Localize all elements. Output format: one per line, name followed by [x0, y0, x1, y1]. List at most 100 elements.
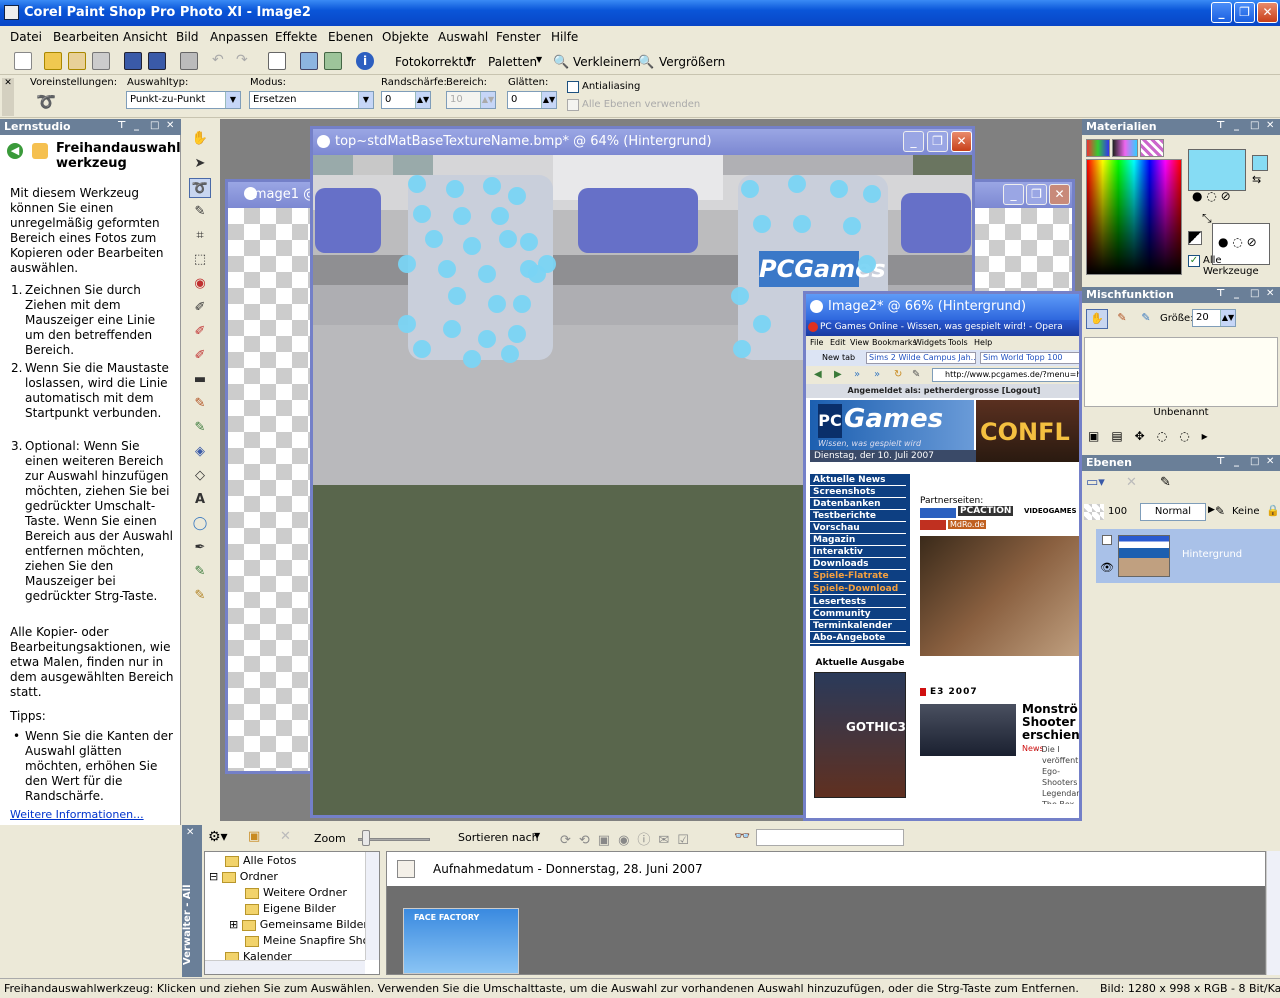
- nav-screenshots[interactable]: Screenshots: [810, 486, 906, 498]
- organizer-browse-icon[interactable]: ▣: [248, 829, 260, 844]
- paletten-button[interactable]: Paletten: [488, 55, 537, 69]
- opera-tab-new[interactable]: New tab: [822, 353, 855, 362]
- text-tool-icon[interactable]: A: [189, 490, 211, 510]
- swap-colors-icon[interactable]: ⇆: [1252, 173, 1261, 186]
- foreground-color-small[interactable]: [1252, 155, 1268, 171]
- tree-ordner[interactable]: ⊟ Ordner: [209, 870, 278, 883]
- menu-datei[interactable]: Datei: [10, 30, 42, 44]
- scan-icon[interactable]: [92, 52, 110, 70]
- groesse-input[interactable]: 20 ▲▼: [1192, 309, 1236, 327]
- redo-icon[interactable]: ↷: [236, 52, 254, 70]
- menu-hilfe[interactable]: Hilfe: [551, 30, 578, 44]
- vergroessern-button[interactable]: Vergrößern: [659, 55, 725, 69]
- restore-icon[interactable]: _: [134, 120, 139, 131]
- more-info-link[interactable]: Weitere Informationen...: [10, 808, 144, 821]
- bereich-input[interactable]: 10 ▲▼: [446, 91, 496, 109]
- maximize-icon[interactable]: □: [150, 120, 159, 131]
- paint-brush-icon[interactable]: ✎: [189, 394, 211, 414]
- tree-snapfire[interactable]: Meine Snapfire Show: [245, 934, 378, 947]
- close-button[interactable]: ✕: [1049, 184, 1070, 205]
- partner-logo-mdro[interactable]: MdRo.de: [948, 520, 987, 529]
- nav-lesertests[interactable]: Lesertests: [810, 596, 906, 608]
- back-icon[interactable]: ◀: [814, 369, 822, 380]
- close-button[interactable]: ✕: [951, 131, 972, 152]
- opera-menu-edit[interactable]: Edit: [830, 338, 846, 347]
- image-behind-window[interactable]: _ ❐ ✕: [970, 179, 1075, 294]
- oil-brush-icon[interactable]: ✎: [189, 586, 211, 606]
- minimize-button[interactable]: _: [903, 131, 924, 152]
- preset-shape-icon[interactable]: ◯: [189, 514, 211, 534]
- menu-effekte[interactable]: Effekte: [275, 30, 317, 44]
- opera-menu-widgets[interactable]: Widgets: [914, 338, 946, 347]
- rainbow-tab-icon[interactable]: [1112, 139, 1138, 157]
- close-icon[interactable]: ✕: [166, 120, 174, 131]
- nav-datenbanken[interactable]: Datenbanken: [810, 498, 906, 510]
- back-arrow-icon[interactable]: ◀: [7, 143, 23, 159]
- layer-mask-value[interactable]: Keine: [1232, 506, 1259, 517]
- reload-icon[interactable]: ↻: [894, 369, 902, 380]
- tree-eigene-bilder[interactable]: Eigene Bilder: [245, 902, 336, 915]
- fast-forward-icon[interactable]: »: [874, 369, 880, 380]
- auswahltyp-select[interactable]: Punkt-zu-Punkt ▼: [126, 91, 241, 109]
- opera-tab-sims[interactable]: Sims 2 Wilde Campus Jah...: [866, 352, 976, 364]
- flood-fill-icon[interactable]: ◈: [189, 442, 211, 462]
- mixer-tools-icons[interactable]: ▣▤✥◌◌▸: [1088, 429, 1220, 443]
- image1-canvas[interactable]: [228, 208, 312, 771]
- menu-auswahl[interactable]: Auswahl: [438, 30, 488, 44]
- close-icon[interactable]: ✕: [186, 827, 194, 838]
- organizer-action-icons[interactable]: ⟳⟲▣◉ⓘ✉☑: [560, 829, 697, 848]
- open-folder-icon[interactable]: [44, 52, 62, 70]
- tree-hscrollbar[interactable]: [205, 960, 365, 974]
- mixer-hand-icon[interactable]: ✋: [1086, 309, 1108, 329]
- minimize-button[interactable]: _: [1211, 2, 1232, 23]
- close-icon[interactable]: ✕: [1266, 288, 1274, 299]
- maximize-button[interactable]: ❐: [1026, 184, 1047, 205]
- opera-url-input[interactable]: http://www.pcgames.de/?menu=home: [932, 368, 1079, 382]
- opera-menu-view[interactable]: View: [850, 338, 869, 347]
- background-eraser-icon[interactable]: ◇: [189, 466, 211, 486]
- mixer-canvas[interactable]: [1084, 337, 1278, 407]
- game-screenshot-image[interactable]: [920, 536, 1079, 656]
- tree-gemeinsame-bilder[interactable]: ⊞ Gemeinsame Bilder: [229, 918, 368, 931]
- opera-menu-file[interactable]: File: [810, 338, 823, 347]
- opera-menu-bookmarks[interactable]: Bookmarks: [872, 338, 917, 347]
- close-icon[interactable]: ✕: [1266, 120, 1274, 131]
- partner-logo-videogames[interactable]: VIDEOGAMES: [1024, 507, 1077, 515]
- rotate-icon[interactable]: [300, 52, 318, 70]
- scratch-remover-icon[interactable]: ✐: [189, 346, 211, 366]
- nav-community[interactable]: Community: [810, 608, 906, 620]
- partner-logo-hardware[interactable]: [920, 508, 956, 518]
- mask-icon[interactable]: ✎: [1215, 504, 1225, 518]
- layer-blend-mode[interactable]: Normal: [1140, 503, 1206, 521]
- organizer-search-icon[interactable]: 👓: [734, 829, 750, 844]
- maximize-button[interactable]: ❐: [927, 131, 948, 152]
- menu-objekte[interactable]: Objekte: [382, 30, 429, 44]
- pen-tool-icon[interactable]: ✒: [189, 538, 211, 558]
- info-icon[interactable]: i: [356, 52, 374, 70]
- opera-menu-help[interactable]: Help: [974, 338, 992, 347]
- mixer-brush-icon[interactable]: ✎: [1112, 309, 1132, 329]
- browse-icon[interactable]: [68, 52, 86, 70]
- randschaerfe-input[interactable]: 0 ▲▼: [381, 91, 431, 109]
- image-icon[interactable]: [324, 52, 342, 70]
- opera-tab-simworld[interactable]: Sim World Topp 100: [980, 352, 1079, 364]
- resize-icon[interactable]: [268, 52, 286, 70]
- tree-vscrollbar[interactable]: [365, 852, 379, 960]
- nav-interaktiv[interactable]: Interaktiv: [810, 546, 906, 558]
- save-icon[interactable]: [124, 52, 142, 70]
- pick-tool-icon[interactable]: ➤: [189, 154, 211, 174]
- menu-anpassen[interactable]: Anpassen: [210, 30, 268, 44]
- foreground-color-swatch[interactable]: [1188, 149, 1246, 191]
- alle-ebenen-checkbox[interactable]: [567, 99, 579, 111]
- eraser-icon[interactable]: ✎: [189, 418, 211, 438]
- fotokorrektur-button[interactable]: Fotokorrektur: [395, 55, 476, 69]
- swap-fg-bg-icon[interactable]: ⤡: [1202, 211, 1212, 226]
- menu-ansicht[interactable]: Ansicht: [123, 30, 167, 44]
- delete-layer-icon[interactable]: ✕: [1126, 475, 1137, 490]
- nav-spiele-download[interactable]: Spiele-Download: [810, 583, 906, 595]
- edit-icon[interactable]: ✎: [912, 369, 920, 380]
- zoom-slider-thumb[interactable]: [362, 830, 370, 846]
- layer-opacity[interactable]: 100: [1108, 506, 1127, 517]
- dropper-icon[interactable]: ✎: [189, 202, 211, 222]
- close-icon[interactable]: ✕: [1266, 456, 1274, 467]
